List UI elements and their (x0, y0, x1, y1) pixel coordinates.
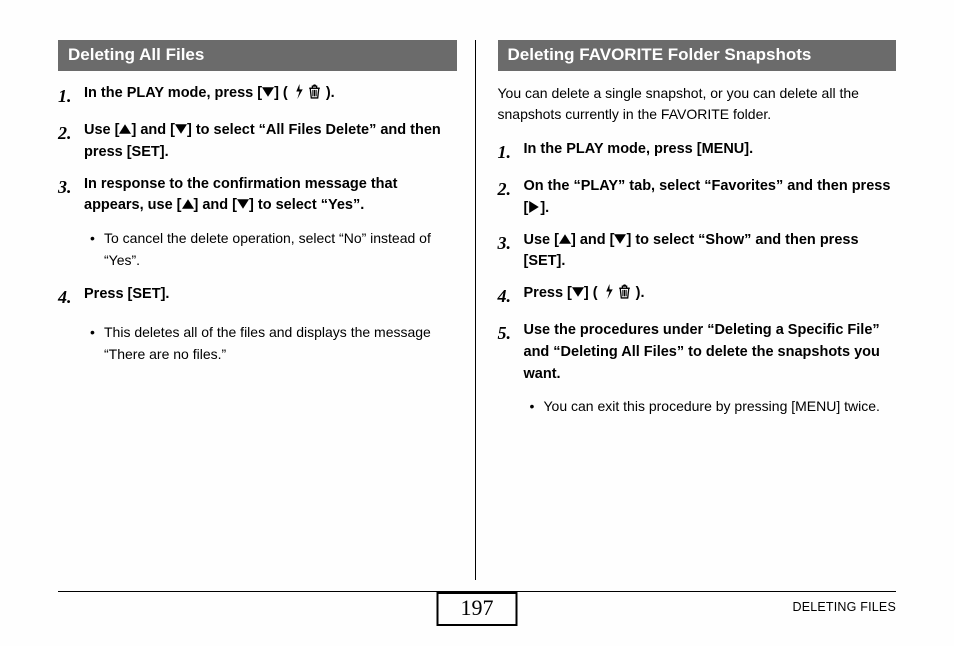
step-fragment: On the “PLAY” tab, select “Favorites” an… (524, 178, 891, 216)
step-fragment: ]. (540, 200, 549, 216)
step-item: 4. Press [SET]. (58, 284, 457, 311)
bullet-text: You can exit this procedure by pressing … (544, 395, 897, 417)
flash-icon (603, 284, 616, 299)
page-number: 197 (437, 592, 518, 626)
step-item: 3. In response to the confirmation messa… (58, 174, 457, 218)
down-triangle-icon (614, 233, 626, 245)
step-fragment: ] ( (274, 85, 292, 101)
bullet-item: • To cancel the delete operation, select… (90, 227, 457, 272)
step-item: 5. Use the procedures under “Deleting a … (498, 320, 897, 385)
step-fragment: Press [ (524, 285, 572, 301)
trash-icon (308, 84, 321, 99)
bullet-item: • This deletes all of the files and disp… (90, 321, 457, 366)
down-triangle-icon (237, 198, 249, 210)
step-number: 4. (498, 283, 524, 310)
sub-bullets: • To cancel the delete operation, select… (90, 227, 457, 272)
step-text: Use [] and [] to select “Show” and then … (524, 230, 897, 274)
step-number: 3. (58, 174, 84, 201)
sub-bullets: • You can exit this procedure by pressin… (530, 395, 897, 417)
section-header-favorite: Deleting FAVORITE Folder Snapshots (498, 40, 897, 71)
step-fragment: ] to select “Yes”. (249, 197, 364, 213)
down-triangle-icon (572, 286, 584, 298)
bullet-text: To cancel the delete operation, select “… (104, 227, 457, 272)
step-fragment: In the PLAY mode, press [ (84, 85, 262, 101)
intro-text: You can delete a single snapshot, or you… (498, 83, 897, 125)
step-text: Press [ ] ( ). (524, 283, 897, 305)
left-column: Deleting All Files 1. In the PLAY mode, … (58, 40, 475, 580)
step-fragment: ). (322, 85, 335, 101)
step-fragment: Use [ (84, 122, 119, 138)
step-item: 1. In the PLAY mode, press [ ] ( ). (58, 83, 457, 110)
step-text: In the PLAY mode, press [ ] ( ). (84, 83, 457, 105)
step-text: On the “PLAY” tab, select “Favorites” an… (524, 176, 897, 220)
bullet-marker: • (90, 227, 104, 272)
step-number: 1. (498, 139, 524, 166)
right-triangle-icon (528, 201, 540, 213)
section-header-deleting-all: Deleting All Files (58, 40, 457, 71)
up-triangle-icon (182, 198, 194, 210)
step-text: In the PLAY mode, press [MENU]. (524, 139, 897, 161)
step-fragment: Use [ (524, 232, 559, 248)
step-fragment: ] and [ (131, 122, 175, 138)
flash-icon (293, 84, 306, 99)
bullet-marker: • (530, 395, 544, 417)
step-number: 4. (58, 284, 84, 311)
step-item: 2. Use [] and [] to select “All Files De… (58, 120, 457, 164)
bullet-text: This deletes all of the files and displa… (104, 321, 457, 366)
step-fragment: ). (632, 285, 645, 301)
step-fragment: ] and [ (194, 197, 238, 213)
bullet-marker: • (90, 321, 104, 366)
trash-icon (618, 284, 631, 299)
right-column: Deleting FAVORITE Folder Snapshots You c… (475, 40, 897, 580)
two-column-layout: Deleting All Files 1. In the PLAY mode, … (58, 40, 896, 580)
step-text: Press [SET]. (84, 284, 457, 306)
manual-page: Deleting All Files 1. In the PLAY mode, … (0, 0, 954, 646)
step-text: Use [] and [] to select “All Files Delet… (84, 120, 457, 164)
step-text: Use the procedures under “Deleting a Spe… (524, 320, 897, 385)
step-number: 3. (498, 230, 524, 257)
step-fragment: ] ( (584, 285, 602, 301)
step-text: In response to the confirmation message … (84, 174, 457, 218)
bullet-item: • You can exit this procedure by pressin… (530, 395, 897, 417)
down-triangle-icon (262, 86, 274, 98)
step-fragment: ] and [ (571, 232, 615, 248)
step-number: 2. (58, 120, 84, 147)
footer-section-label: DELETING FILES (792, 600, 896, 614)
sub-bullets: • This deletes all of the files and disp… (90, 321, 457, 366)
step-number: 1. (58, 83, 84, 110)
up-triangle-icon (559, 233, 571, 245)
step-item: 4. Press [ ] ( ). (498, 283, 897, 310)
step-number: 5. (498, 320, 524, 347)
step-item: 3. Use [] and [] to select “Show” and th… (498, 230, 897, 274)
up-triangle-icon (119, 123, 131, 135)
step-item: 1. In the PLAY mode, press [MENU]. (498, 139, 897, 166)
step-item: 2. On the “PLAY” tab, select “Favorites”… (498, 176, 897, 220)
step-number: 2. (498, 176, 524, 203)
down-triangle-icon (175, 123, 187, 135)
